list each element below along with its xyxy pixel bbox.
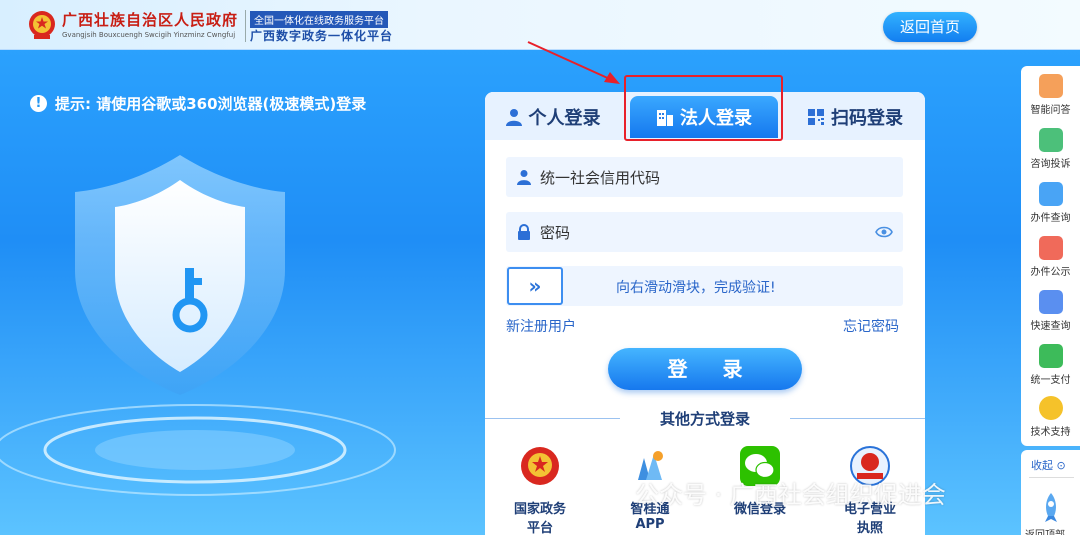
collapse-label: 收起 xyxy=(1031,459,1053,472)
platform-badge: 全国一体化在线政务服务平台 xyxy=(250,11,388,28)
highlight-box xyxy=(624,75,783,141)
sidebar-item-case-query[interactable]: 办件查询 xyxy=(1021,182,1080,224)
slider-hint: 向右滑动滑块，完成验证! xyxy=(616,280,776,296)
slider-captcha: » 向右滑动滑块，完成验证! xyxy=(506,266,903,306)
credit-code-placeholder: 统一社会信用代码 xyxy=(540,168,661,187)
top-header: 广西壮族自治区人民政府 Gvangjsih Bouxcuengh Swcigih… xyxy=(0,0,1080,50)
divider-line xyxy=(790,418,925,419)
watermark-text: 公众号 · 广西社会组织促进会 xyxy=(635,481,946,509)
collapse-button[interactable]: 收起 ⊙ xyxy=(1031,457,1066,473)
national-emblem-icon xyxy=(29,11,55,39)
support-icon xyxy=(1038,396,1063,420)
browser-tip: ! 提示: 请使用谷歌或360浏览器(极速模式)登录 xyxy=(30,93,366,114)
option-label: APP xyxy=(635,517,665,532)
sidebar-item-quick-search[interactable]: 快速查询 xyxy=(1021,290,1080,332)
back-home-button[interactable]: 返回首页 xyxy=(883,12,977,42)
sidebar-label: 智能问答 xyxy=(1030,105,1071,116)
national-emblem-icon xyxy=(521,447,559,485)
option-label: 国家政务 xyxy=(513,502,566,517)
other-login-header: 其他方式登录 xyxy=(485,408,925,428)
credit-code-field[interactable]: 统一社会信用代码 xyxy=(506,157,903,197)
sidebar-item-tech-support[interactable]: 技术支持 xyxy=(1021,396,1080,438)
sidebar-label: 快速查询 xyxy=(1030,321,1071,332)
sidebar-item-smart-qa[interactable]: 智能问答 xyxy=(1021,74,1080,116)
chat-icon xyxy=(1038,128,1063,152)
wechat-watermark: 公众号 · 广西社会组织促进会 xyxy=(595,475,946,510)
government-subtitle: Gvangjsih Bouxcuengh Swcigih Yinzminz Cw… xyxy=(62,31,236,39)
sidebar-label: 统一支付 xyxy=(1030,375,1071,386)
lock-icon xyxy=(518,224,530,240)
sidebar-item-consult[interactable]: 咨询投诉 xyxy=(1021,128,1080,170)
tab-label: 个人登录 xyxy=(528,108,601,129)
login-button[interactable]: 登 录 xyxy=(608,348,802,390)
divider-line xyxy=(1029,477,1074,478)
search-doc-icon xyxy=(1038,182,1063,206)
person-icon xyxy=(505,109,522,126)
eye-icon[interactable] xyxy=(875,225,893,239)
sidebar-collapse-panel: 收起 ⊙ 返回顶部 xyxy=(1021,450,1080,535)
register-link[interactable]: 新注册用户 xyxy=(506,316,576,336)
right-sidebar: 智能问答 咨询投诉 办件查询 办件公示 快速查询 统一支付 技术支持 xyxy=(1021,66,1080,446)
browser-tip-text: 提示: 请使用谷歌或360浏览器(极速模式)登录 xyxy=(55,95,367,113)
header-divider xyxy=(245,10,246,42)
bulletin-icon xyxy=(1038,236,1063,260)
forgot-password-link[interactable]: 忘记密码 xyxy=(843,316,899,336)
slider-handle[interactable]: » xyxy=(507,267,563,305)
back-to-top-label[interactable]: 返回顶部 xyxy=(1025,526,1065,535)
sidebar-label: 办件查询 xyxy=(1030,213,1071,224)
qr-icon xyxy=(808,109,824,125)
divider-line xyxy=(485,418,620,419)
warning-icon: ! xyxy=(30,95,47,112)
tab-qr-login[interactable]: 扫码登录 xyxy=(785,96,925,138)
option-label: 执照 xyxy=(856,521,883,535)
wechat-watermark-icon xyxy=(595,480,625,505)
rocket-icon[interactable] xyxy=(1039,492,1063,524)
national-gov-platform-login[interactable]: 国家政务 平台 xyxy=(500,444,580,535)
glowing-platform-illustration xyxy=(0,404,396,496)
sidebar-item-payment[interactable]: 统一支付 xyxy=(1021,344,1080,386)
password-field[interactable]: 密码 xyxy=(506,212,903,252)
sidebar-label: 办件公示 xyxy=(1030,267,1071,278)
password-placeholder: 密码 xyxy=(540,223,571,242)
user-icon xyxy=(517,170,531,185)
option-label: 平台 xyxy=(526,521,553,535)
magnifier-icon xyxy=(1038,290,1063,314)
payment-icon xyxy=(1038,344,1063,368)
security-shield-illustration xyxy=(75,155,285,395)
sidebar-label: 技术支持 xyxy=(1030,427,1071,438)
sidebar-item-case-public[interactable]: 办件公示 xyxy=(1021,236,1080,278)
tab-personal-login[interactable]: 个人登录 xyxy=(485,96,620,138)
question-icon xyxy=(1038,74,1063,98)
tab-label: 扫码登录 xyxy=(831,108,903,129)
platform-name: 广西数字政务一体化平台 xyxy=(250,29,394,43)
other-login-title: 其他方式登录 xyxy=(659,410,750,428)
government-title: 广西壮族自治区人民政府 xyxy=(62,11,239,29)
sidebar-label: 咨询投诉 xyxy=(1030,159,1071,170)
